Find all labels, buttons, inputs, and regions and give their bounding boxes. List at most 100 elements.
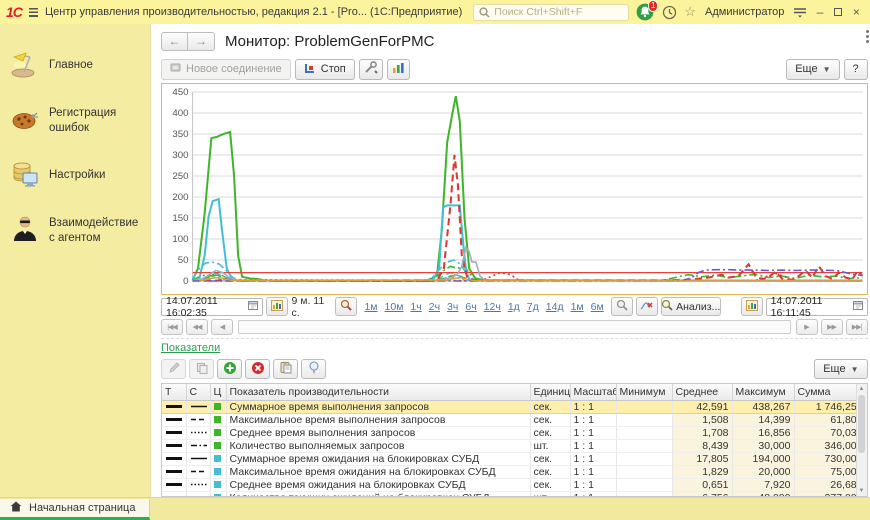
go-first-icon[interactable]: |◀◀ xyxy=(161,319,183,335)
indicator-min xyxy=(616,452,672,465)
add-indicator-button[interactable] xyxy=(217,359,242,379)
column-header[interactable]: Показатель производительности xyxy=(226,384,530,400)
range-link[interactable]: 6ч xyxy=(465,301,476,313)
indicator-min xyxy=(616,426,672,439)
sidebar-item-settings[interactable]: Настройки xyxy=(0,148,150,203)
zoom-in-button[interactable] xyxy=(335,297,357,316)
more-button[interactable]: Еще ▼ xyxy=(786,59,839,80)
indicator-row[interactable]: Количество текущих ожиданий на блокировк… xyxy=(162,491,866,497)
range-link[interactable]: 14д xyxy=(546,301,564,313)
range-link[interactable]: 7д xyxy=(527,301,539,313)
column-header[interactable]: Максимум xyxy=(732,384,794,400)
calendar-icon[interactable] xyxy=(853,300,863,313)
range-link[interactable]: 3ч xyxy=(447,301,458,313)
indicator-row[interactable]: Суммарное время ожидания на блокировках … xyxy=(162,452,866,465)
go-fast-back-icon[interactable]: ◀◀ xyxy=(186,319,208,335)
zoom-out-button[interactable] xyxy=(611,297,633,316)
indicator-scale: 1 : 1 xyxy=(570,478,616,491)
indicator-name: Количество текущих ожиданий на блокировк… xyxy=(226,491,530,497)
period-start-field[interactable]: 14.07.2011 16:02:35 xyxy=(161,298,263,316)
clear-selection-button[interactable] xyxy=(636,297,658,316)
maximize-button[interactable] xyxy=(833,5,844,19)
indicator-row[interactable]: Максимальное время выполнения запросовсе… xyxy=(162,413,866,426)
forward-button[interactable]: → xyxy=(188,32,215,51)
line-color-sample xyxy=(210,400,226,413)
service-menu-button[interactable] xyxy=(793,6,807,18)
range-link[interactable]: 1ч xyxy=(410,301,421,313)
home-page-tab[interactable]: Начальная страница xyxy=(0,499,150,520)
column-header[interactable]: Минимум xyxy=(616,384,672,400)
settings-tools-button[interactable] xyxy=(359,59,383,80)
indicator-row[interactable]: Максимальное время ожидания на блокировк… xyxy=(162,465,866,478)
tips-button[interactable] xyxy=(301,359,326,379)
range-link[interactable]: 10м xyxy=(385,301,404,313)
chart-period-left-button[interactable] xyxy=(266,297,288,316)
back-button[interactable]: ← xyxy=(161,32,188,51)
line-style-sample xyxy=(186,452,210,465)
stop-button[interactable]: Стоп xyxy=(295,59,355,80)
position-scrollbar[interactable] xyxy=(238,320,791,334)
copy-indicator-button[interactable] xyxy=(189,359,214,379)
indicator-row[interactable]: Количество выполняемых запросовшт.1 : 18… xyxy=(162,439,866,452)
go-fast-forward-icon[interactable]: ▶▶ xyxy=(821,319,843,335)
indicator-row[interactable]: Среднее время ожидания на блокировках СУ… xyxy=(162,478,866,491)
range-link[interactable]: 1д xyxy=(508,301,520,313)
table-scrollbar[interactable]: ▲ ▼ xyxy=(856,384,867,496)
scroll-thumb[interactable] xyxy=(858,395,865,453)
indicator-row[interactable]: Среднее время выполнения запросовсек.1 :… xyxy=(162,426,866,439)
go-last-icon[interactable]: ▶▶| xyxy=(846,319,868,335)
paste-indicator-button[interactable] xyxy=(273,359,298,379)
analyze-button[interactable]: Анализ... xyxy=(661,297,721,316)
calendar-icon[interactable] xyxy=(248,300,258,313)
delete-indicator-button[interactable] xyxy=(245,359,270,379)
column-header[interactable]: Т xyxy=(162,384,186,400)
column-header[interactable]: Ц xyxy=(210,384,226,400)
edit-indicator-button[interactable] xyxy=(161,359,186,379)
indicator-row[interactable]: Суммарное время выполнения запросовсек.1… xyxy=(162,400,866,413)
period-end-field[interactable]: 14.07.2011 16:11:45 xyxy=(766,298,868,316)
scroll-up-icon[interactable]: ▲ xyxy=(859,384,865,394)
range-link[interactable]: 12ч xyxy=(484,301,501,313)
help-button[interactable]: ? xyxy=(844,59,868,80)
line-color-sample xyxy=(210,478,226,491)
notifications-button[interactable]: 1 xyxy=(636,3,655,21)
go-forward-icon[interactable]: ▶ xyxy=(796,319,818,335)
period-end-value: 14.07.2011 16:11:45 xyxy=(771,295,849,319)
range-link[interactable]: 6м xyxy=(591,301,604,313)
go-back-icon[interactable]: ◀ xyxy=(211,319,233,335)
range-link[interactable]: 1м xyxy=(571,301,584,313)
range-link[interactable]: 1м xyxy=(364,301,377,313)
column-header[interactable]: Единица xyxy=(530,384,570,400)
chart-period-right-button[interactable] xyxy=(741,297,763,316)
scroll-down-icon[interactable]: ▼ xyxy=(859,486,865,496)
form-menu-icon[interactable] xyxy=(866,30,869,43)
stop-label: Стоп xyxy=(321,63,346,75)
chart-settings-button[interactable] xyxy=(387,59,410,80)
sidebar-item-error-registration[interactable]: Регистрация ошибок xyxy=(0,93,150,148)
chevron-down-icon: ▼ xyxy=(851,365,859,374)
sidebar-item-agent-interaction[interactable]: Взаимодействие с агентом xyxy=(0,203,150,258)
indicator-name: Максимальное время выполнения запросов xyxy=(226,413,530,426)
column-header[interactable]: С xyxy=(186,384,210,400)
table-header-row[interactable]: ТСЦПоказатель производительностиЕдиницаМ… xyxy=(162,384,866,400)
indicators-link[interactable]: Показатели xyxy=(161,342,220,354)
bar-chart-icon xyxy=(392,61,405,77)
indicator-name: Количество выполняемых запросов xyxy=(226,439,530,452)
new-connection-button[interactable]: Новое соединение xyxy=(161,59,291,80)
main-menu-icon[interactable] xyxy=(29,8,38,17)
favorites-button[interactable]: ☆ xyxy=(684,4,696,20)
indicator-max: 20,000 xyxy=(732,465,794,478)
indicator-avg: 6,756 xyxy=(672,491,732,497)
column-header[interactable]: Среднее xyxy=(672,384,732,400)
minimize-button[interactable]: – xyxy=(814,5,825,19)
global-search[interactable] xyxy=(473,4,629,21)
sidebar-item-label: Регистрация ошибок xyxy=(49,106,144,135)
performance-chart[interactable]: 050100150200250300350400450 xyxy=(161,83,868,295)
range-link[interactable]: 2ч xyxy=(429,301,440,313)
history-button[interactable] xyxy=(662,5,677,20)
sidebar-item-main[interactable]: Главное xyxy=(0,38,150,93)
close-button[interactable]: × xyxy=(851,5,862,19)
column-header[interactable]: Масштаб xyxy=(570,384,616,400)
search-input[interactable] xyxy=(494,6,623,18)
indicators-more-button[interactable]: Еще ▼ xyxy=(814,359,867,379)
